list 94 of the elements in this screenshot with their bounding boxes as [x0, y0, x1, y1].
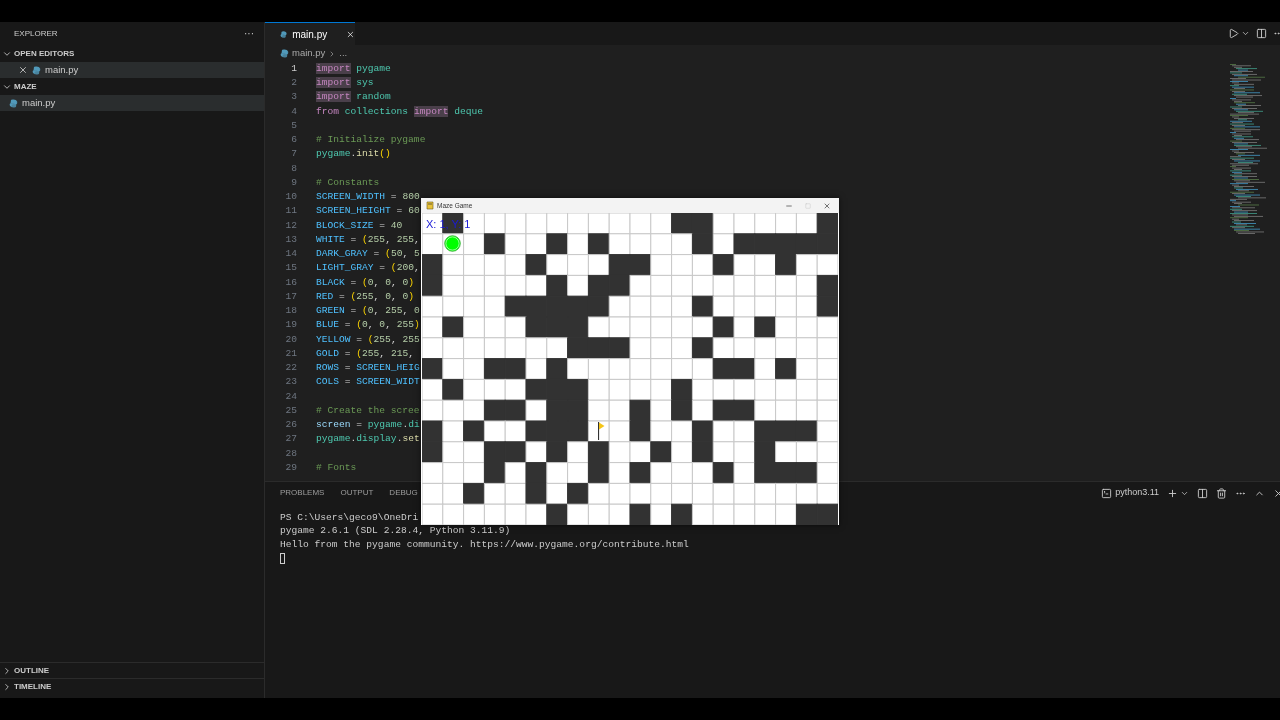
caret-icon[interactable]	[1241, 29, 1250, 38]
code-line: GOLD = (255, 215,	[316, 346, 414, 361]
plus-icon[interactable]	[1167, 487, 1178, 499]
terminal-cursor	[280, 552, 285, 564]
terminal-line: pygame 2.6.1 (SDL 2.28.4, Python 3.11.9)	[280, 524, 511, 539]
python-file-icon	[280, 29, 288, 39]
code-line: # Constants	[316, 175, 380, 190]
terminal-name: python3.11	[1115, 486, 1159, 500]
code-line: WHITE = (255, 255,	[316, 232, 420, 247]
terminal-line: Hello from the pygame community. https://www.pygame.org/contribute.html	[280, 537, 689, 552]
code-line: # Initialize pygame	[316, 133, 426, 148]
close-icon[interactable]	[823, 201, 831, 210]
file-item[interactable]: main.py	[0, 95, 264, 111]
line-number: 29	[284, 460, 297, 475]
section-header[interactable]: MAZE	[0, 78, 264, 95]
flag-icon	[598, 422, 605, 440]
terminal-icon	[1101, 487, 1113, 499]
line-number: 17	[284, 289, 297, 304]
python-file-icon	[9, 98, 18, 108]
line-number: 7	[290, 147, 297, 162]
section-header[interactable]: TIMELINE	[0, 678, 264, 694]
code-line: ROWS = SCREEN_HEIG	[316, 361, 420, 376]
line-number: 25	[284, 403, 297, 418]
section-header[interactable]: OUTLINE	[0, 662, 264, 678]
code-line: import random	[316, 90, 391, 105]
python-file-icon	[280, 49, 289, 58]
section-header[interactable]: OPEN EDITORS	[0, 45, 264, 62]
code-line: # Create the scree	[316, 403, 420, 418]
line-number: 22	[284, 361, 297, 376]
panel-tab[interactable]: OUTPUT	[340, 487, 374, 499]
line-number: 19	[284, 318, 297, 333]
split-editor-icon[interactable]	[1256, 28, 1267, 39]
close-icon[interactable]	[18, 65, 28, 75]
panel-tab[interactable]: PROBLEMS	[280, 487, 325, 499]
line-number: 11	[284, 204, 297, 219]
code-line: import pygame	[316, 61, 391, 76]
chevron-right-icon	[2, 665, 12, 676]
line-number: 14	[284, 247, 297, 262]
code-line: pygame.init()	[316, 147, 391, 162]
split-terminal-icon[interactable]	[1197, 487, 1208, 499]
file-name: main.py	[22, 95, 56, 110]
line-number: 15	[284, 261, 297, 276]
terminal-line: PS C:\Users\geco9\OneDri	[280, 510, 419, 525]
line-number: 4	[290, 104, 297, 119]
editor-tab[interactable]: main.py	[265, 22, 355, 45]
line-number: 20	[284, 332, 297, 347]
line-number: 24	[284, 389, 297, 404]
breadcrumb-item[interactable]: main.py	[292, 46, 326, 61]
code-line: pygame.display.set	[316, 432, 420, 447]
code-line: YELLOW = (255, 255	[316, 332, 420, 347]
code-line: BLOCK_SIZE = 40	[316, 218, 403, 233]
player-icon	[444, 235, 461, 252]
line-number: 28	[284, 446, 297, 461]
code-line: LIGHT_GRAY = (200,	[316, 261, 420, 276]
code-line: SCREEN_HEIGHT = 60	[316, 204, 420, 219]
line-number: 27	[284, 432, 297, 447]
tab-label: main.py	[292, 27, 328, 42]
code-line: screen = pygame.di	[316, 418, 420, 433]
code-line: from collections import deque	[316, 104, 483, 119]
line-number: 9	[290, 175, 297, 190]
code-line: COLS = SCREEN_WIDT	[316, 375, 420, 390]
line-number: 13	[284, 232, 297, 247]
line-number: 2	[290, 76, 297, 91]
line-number: 26	[284, 418, 297, 433]
run-icon[interactable]	[1228, 28, 1239, 39]
more-button[interactable]: ···	[244, 28, 254, 39]
code-line: DARK_GRAY = (50, 5	[316, 247, 420, 262]
code-line: # Fonts	[316, 460, 357, 475]
code-line: RED = (255, 0, 0)	[316, 289, 414, 304]
panel-tab[interactable]: DEBUG	[389, 487, 418, 499]
line-number: 12	[284, 218, 297, 233]
line-number: 5	[290, 118, 297, 133]
code-line: import sys	[316, 76, 374, 91]
line-number: 6	[290, 133, 297, 148]
code-line: BLACK = (0, 0, 0)	[316, 275, 414, 290]
code-line: SCREEN_WIDTH = 800	[316, 190, 420, 205]
file-name: main.py	[45, 62, 79, 77]
line-number: 16	[284, 275, 297, 290]
line-number: 1	[290, 61, 297, 76]
line-number: 10	[284, 190, 297, 205]
line-number: 23	[284, 375, 297, 390]
code-line: BLUE = (0, 0, 255)	[316, 318, 420, 333]
sidebar-title: EXPLORER	[14, 27, 58, 40]
line-number: 21	[284, 346, 297, 361]
line-number: 8	[290, 161, 297, 176]
file-item[interactable]: main.py	[0, 62, 264, 78]
breadcrumb-item[interactable]: ...	[339, 46, 348, 61]
code-line: GREEN = (0, 255, 0	[316, 304, 420, 319]
python-file-icon	[32, 65, 41, 75]
line-number: 18	[284, 304, 297, 319]
line-number: 3	[290, 90, 297, 105]
trash-icon[interactable]	[1216, 487, 1227, 499]
terminal-selector[interactable]: python3.11	[1101, 486, 1159, 500]
chevron-right-icon	[2, 681, 12, 692]
